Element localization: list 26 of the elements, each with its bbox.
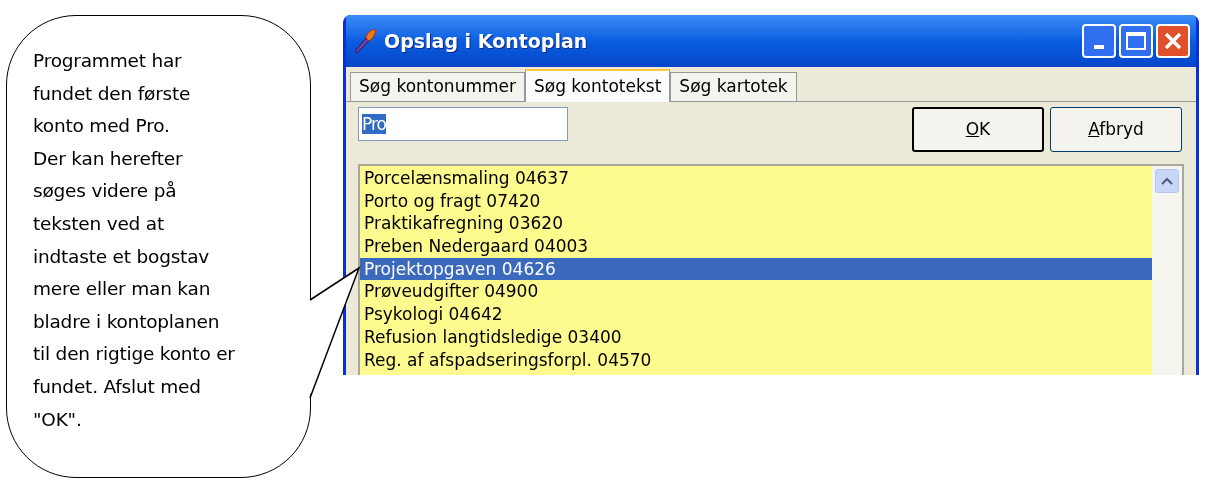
list-item[interactable]: Porto og fragt 07420: [360, 189, 1152, 213]
list-item[interactable]: Prøveudgifter 04900: [360, 280, 1152, 304]
close-button[interactable]: [1156, 24, 1190, 58]
minimize-icon: [1094, 45, 1104, 49]
close-icon: [1164, 32, 1182, 50]
tab[interactable]: Søg kontotekst: [525, 69, 671, 102]
tab[interactable]: Søg kontonummer: [350, 72, 525, 101]
dialog-button[interactable]: OK: [912, 107, 1044, 152]
list-item[interactable]: Praktikafregning 03620: [360, 212, 1152, 236]
window-title: Opslag i Kontoplan: [384, 28, 588, 54]
scrollbar[interactable]: [1152, 166, 1182, 375]
list-item[interactable]: Preben Nedergaard 04003: [360, 235, 1152, 258]
maximize-button[interactable]: [1119, 24, 1153, 58]
maximize-icon: [1126, 32, 1146, 50]
search-field[interactable]: Pro: [358, 107, 568, 141]
chevron-up-icon: [1161, 177, 1173, 185]
callout-text: Programmet har fundet den første konto med Pro. Der kan herefter søges videre på teksten ved at indtaste et bogstav mere eller man kan bladre i kontoplanen til den rigtige konto er fundet. Afslut med "OK".: [33, 49, 235, 432]
tab[interactable]: Søg kartotek: [670, 72, 797, 101]
list-item[interactable]: Reg. af afspadseringsforpl. 04570: [360, 348, 1152, 372]
list-item[interactable]: Porcelænsmaling 04637: [360, 167, 1152, 190]
scroll-up-button[interactable]: [1155, 169, 1179, 193]
dialog-button[interactable]: Afbryd: [1050, 107, 1182, 152]
list-item[interactable]: Refusion langtidsledige 03400: [360, 325, 1152, 349]
list-item[interactable]: Psykologi 04642: [360, 303, 1152, 326]
list-item[interactable]: Projektopgaven 04626: [360, 257, 1152, 281]
minimize-button[interactable]: [1082, 24, 1116, 58]
